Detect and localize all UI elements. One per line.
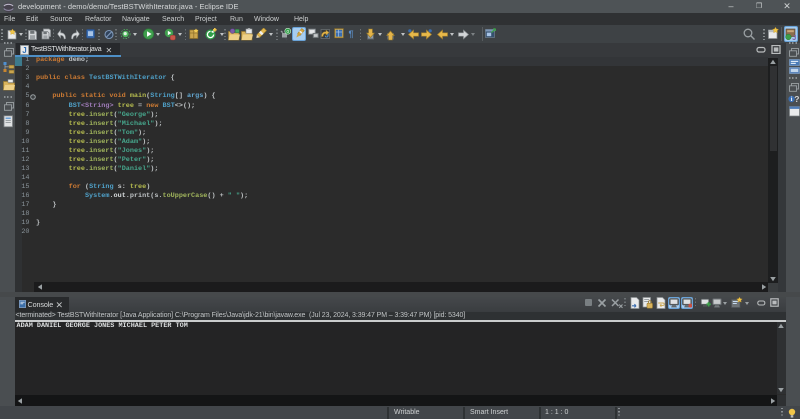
- svg-text:0: 0: [287, 29, 290, 34]
- svg-text:?: ?: [794, 94, 799, 104]
- svg-text:J: J: [792, 33, 796, 41]
- svg-text:J: J: [22, 45, 26, 54]
